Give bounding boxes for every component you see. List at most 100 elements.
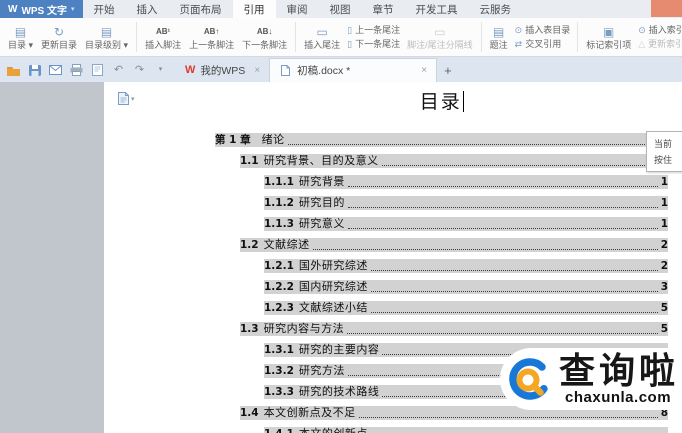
next-footnote-button[interactable]: AB↓下一条脚注	[238, 20, 291, 54]
close-icon[interactable]: ×	[254, 65, 260, 76]
menu-tab-开始[interactable]: 开始	[83, 0, 126, 18]
redo-icon[interactable]: ↷	[133, 64, 146, 76]
next-endnote-button[interactable]: ▯下一条尾注	[347, 39, 400, 49]
button-label: 插入表目录	[525, 25, 570, 35]
toc-entry[interactable]: 1.1.2 研究目的 1	[264, 196, 668, 210]
wps-app-label: WPS 文字	[21, 2, 67, 17]
toc-entry[interactable]: 1.1研究背景、目的及意义	[240, 154, 668, 168]
prev-footnote-button[interactable]: AB↑上一条脚注	[185, 20, 238, 54]
save-icon[interactable]	[28, 64, 41, 76]
cross-reference-icon: ⇄	[515, 39, 523, 49]
export-icon[interactable]	[49, 64, 62, 76]
toc-dot-leader	[371, 291, 658, 292]
menu-tab-插入[interactable]: 插入	[126, 0, 169, 18]
toc-button[interactable]: ▤目录 ▾	[4, 20, 37, 54]
toc-entry-title: 研究目的	[299, 197, 345, 210]
toc-entry-title: 文献综述	[264, 239, 310, 252]
tooltip-line: 当前	[654, 136, 682, 152]
toc-entry-number: 1.3	[240, 323, 259, 336]
menu-tab-页面布局[interactable]: 页面布局	[169, 0, 233, 18]
caption-icon: ▤	[493, 24, 504, 40]
toc-entry-title: 绪论	[262, 134, 285, 147]
toc-entry-page: 2	[661, 260, 668, 273]
button-label: 上一条尾注	[355, 25, 400, 35]
titlebar-orange-button[interactable]	[651, 0, 682, 17]
next-footnote-icon: AB↓	[257, 24, 273, 40]
update-index-icon: △	[638, 39, 645, 49]
toc-entry[interactable]: 第 1 章绪论	[215, 133, 668, 147]
document-tab-bar: ↶ ↷ ▾ W 我的WPS × 初稿.docx * × +	[0, 57, 682, 82]
toc-entry-number: 1.4	[240, 407, 259, 420]
close-icon[interactable]: ×	[421, 65, 427, 76]
toc-entry-number: 1.1.2	[264, 197, 294, 210]
menu-tab-云服务[interactable]: 云服务	[469, 0, 523, 18]
toc-entry-title: 国内研究综述	[299, 281, 368, 294]
insert-footnote-button[interactable]: AB¹插入脚注	[141, 20, 185, 54]
menu-tab-开发工具[interactable]: 开发工具	[405, 0, 469, 18]
wps-app-button[interactable]: W WPS 文字 ▾	[0, 0, 83, 18]
mark-index-entry-button[interactable]: ▣标记索引项	[582, 20, 635, 54]
menu-tab-审阅[interactable]: 审阅	[276, 0, 319, 18]
document-workspace: ▾ 目录 第 1 章绪论1.1研究背景、目的及意义1.1.1研究背景11.1.2…	[0, 82, 682, 433]
quick-access-more-icon[interactable]: ▾	[154, 64, 167, 76]
toc-entry-number: 1.2.2	[264, 281, 294, 294]
toc-entry-title: 研究意义	[299, 218, 345, 231]
toc-icon: ▤	[15, 24, 26, 40]
ribbon-separator	[295, 22, 296, 52]
toc-entry-title: 国外研究综述	[299, 260, 368, 273]
wps-w-logo-icon: W	[185, 64, 195, 76]
caption-button[interactable]: ▤题注	[486, 20, 512, 54]
watermark: 查询啦 chaxunla.com	[500, 348, 682, 410]
toc-level-button[interactable]: ▤目录级别 ▾	[81, 20, 132, 54]
toc-entry-title: 研究的主要内容	[299, 344, 380, 357]
button-label: 目录级别 ▾	[85, 40, 128, 51]
undo-icon[interactable]: ↶	[112, 64, 125, 76]
toc-dot-leader	[359, 417, 658, 418]
toc-entry-number: 1.2.3	[264, 302, 294, 315]
button-label: 上一条脚注	[189, 40, 234, 51]
button-label: 插入索引	[649, 25, 682, 35]
mark-index-entry-icon: ▣	[603, 24, 614, 40]
next-endnote-icon: ▯	[347, 39, 352, 49]
menu-tab-视图[interactable]: 视图	[319, 0, 362, 18]
toc-dot-leader	[348, 228, 658, 229]
update-toc-button[interactable]: ↻更新目录	[37, 20, 81, 54]
toc-entry[interactable]: 1.1.3研究意义1	[264, 217, 668, 231]
tab-my-wps[interactable]: W 我的WPS ×	[176, 58, 269, 82]
footnote-endnote-separator-button: ▭脚注/尾注分隔线	[403, 20, 477, 54]
toc-entry-number: 1.2	[240, 239, 259, 252]
toc-entry[interactable]: 1.2.2国内研究综述3	[264, 280, 668, 294]
wps-writer-window: W WPS 文字 ▾ 开始插入页面布局引用审阅视图章节开发工具云服务 ▤目录 ▾…	[0, 0, 682, 433]
toc-entry[interactable]: 1.1.1研究背景1	[264, 175, 668, 189]
tab-document-chugao[interactable]: 初稿.docx * ×	[269, 58, 437, 82]
toc-entry-number: 1.1.1	[264, 176, 294, 189]
printer-icon[interactable]	[70, 64, 83, 76]
menu-tab-章节[interactable]: 章节	[362, 0, 405, 18]
document-page[interactable]: ▾ 目录 第 1 章绪论1.1研究背景、目的及意义1.1.1研究背景11.1.2…	[104, 82, 682, 433]
toc-entry[interactable]: 1.2.1国外研究综述2	[264, 259, 668, 273]
toc-dot-leader	[347, 333, 658, 334]
toc-entry-page: 1	[661, 197, 668, 210]
toc-dot-leader	[288, 144, 665, 145]
print-preview-icon[interactable]	[91, 64, 104, 76]
insert-index-button[interactable]: ⊙插入索引	[638, 25, 682, 35]
insert-endnote-button[interactable]: ▭插入尾注	[300, 20, 344, 54]
prev-endnote-button[interactable]: ▯上一条尾注	[347, 25, 400, 35]
toc-entry[interactable]: 1.3研究内容与方法5	[240, 322, 668, 336]
separator-line-icon: ▭	[434, 24, 445, 40]
new-tab-button[interactable]: +	[437, 63, 459, 82]
toc-entry-number: 1.1	[240, 155, 259, 168]
menu-tab-引用[interactable]: 引用	[233, 0, 276, 18]
toc-entry[interactable]: 1.4.1本文的创新点	[264, 427, 668, 433]
toc-dot-leader	[348, 207, 658, 208]
ribbon-stack: ▯上一条尾注 ▯下一条尾注	[344, 25, 403, 49]
toc-entry[interactable]: 1.2.3文献综述小结5	[264, 301, 668, 315]
toc-entry-number: 1.4.1	[264, 428, 294, 433]
watermark-domain: chaxunla.com	[565, 390, 679, 405]
document-icon	[279, 65, 292, 77]
cross-reference-button[interactable]: ⇄交叉引用	[515, 39, 571, 49]
chaxunla-logo-icon	[505, 354, 555, 404]
toc-entry[interactable]: 1.2文献综述2	[240, 238, 668, 252]
insert-table-of-figures-button[interactable]: ⊙插入表目录	[515, 25, 571, 35]
open-folder-icon[interactable]	[7, 64, 20, 76]
